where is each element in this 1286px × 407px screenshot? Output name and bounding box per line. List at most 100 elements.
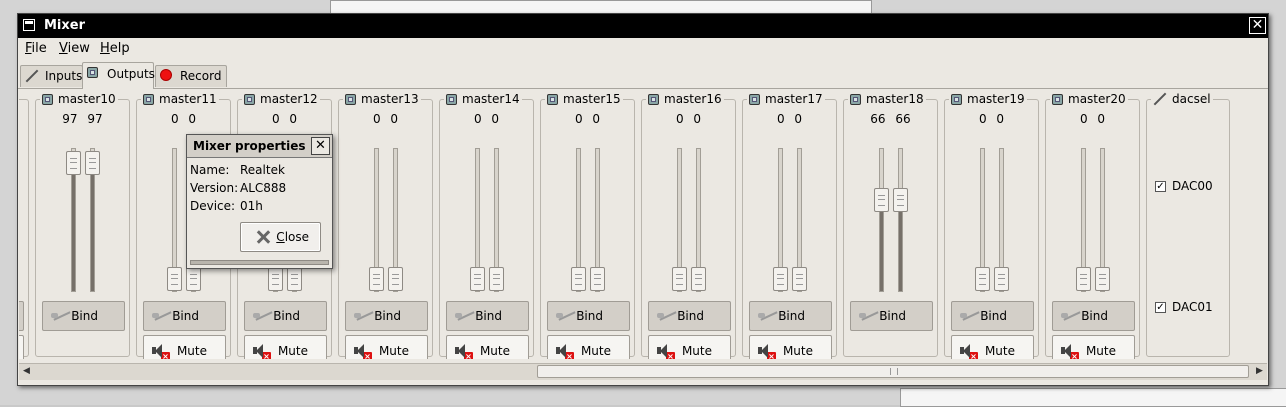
chip-icon (648, 93, 659, 105)
tab-outputs[interactable]: Outputs (82, 62, 155, 89)
menu-help[interactable]: Help (100, 41, 130, 56)
left-volume-slider[interactable] (1076, 148, 1091, 292)
slider-thumb[interactable] (994, 267, 1009, 291)
slider-thumb[interactable] (874, 187, 889, 212)
right-volume-slider[interactable] (85, 148, 100, 292)
slider-thumb[interactable] (167, 267, 182, 291)
slider-thumb[interactable] (186, 267, 201, 291)
right-volume-slider[interactable] (691, 148, 706, 292)
bind-icon (1061, 310, 1081, 322)
left-volume-slider[interactable] (470, 148, 485, 292)
dialog-close-button[interactable]: ✕ (311, 137, 330, 155)
slider-thumb[interactable] (388, 267, 403, 291)
bind-button[interactable]: Bind (749, 301, 832, 331)
left-volume-slider[interactable] (369, 148, 384, 292)
bind-button[interactable]: Bind (951, 301, 1034, 331)
dialog-title-bar[interactable]: Mixer properties ✕ (187, 135, 332, 158)
left-volume-slider[interactable] (167, 148, 182, 292)
slider-thumb[interactable] (489, 267, 504, 291)
right-level: 0 (491, 112, 500, 126)
left-volume-slider[interactable] (571, 148, 586, 292)
mute-button[interactable]: ×Mute (1052, 335, 1135, 359)
slider-thumb[interactable] (672, 267, 687, 291)
speaker-muted-icon: × (556, 343, 574, 359)
right-volume-slider[interactable] (388, 148, 403, 292)
slider-thumb[interactable] (66, 150, 81, 175)
window-menu-icon[interactable] (23, 19, 35, 31)
chip-icon (244, 93, 255, 105)
slider-thumb[interactable] (975, 267, 990, 291)
bind-button[interactable]: Bind (547, 301, 630, 331)
dac-checkbox[interactable]: ✓ (1155, 301, 1166, 313)
mute-button[interactable]: ×Mute (749, 335, 832, 359)
bind-button[interactable]: Bind (42, 301, 125, 331)
left-volume-slider[interactable] (975, 148, 990, 292)
slider-thumb[interactable] (691, 267, 706, 291)
left-level: 0 (574, 112, 583, 126)
right-level: 0 (794, 112, 803, 126)
dialog-close-action-button[interactable]: Close (240, 222, 321, 252)
slider-thumb[interactable] (571, 267, 586, 291)
slider-thumb[interactable] (287, 267, 302, 291)
scrollbar-thumb[interactable] (537, 365, 1249, 378)
speaker-muted-icon: × (455, 343, 473, 359)
right-volume-slider[interactable] (489, 148, 504, 292)
channel-levels: 0 0 (642, 112, 735, 126)
mute-button[interactable]: ×Mute (345, 335, 428, 359)
mute-button[interactable]: ×Mute (143, 335, 226, 359)
right-volume-slider[interactable] (1095, 148, 1110, 292)
tab-inputs[interactable]: Inputs (20, 65, 83, 87)
channel-title: master15 (545, 91, 623, 107)
right-volume-slider[interactable] (792, 148, 807, 292)
slider-thumb[interactable] (369, 267, 384, 291)
right-volume-slider[interactable] (994, 148, 1009, 292)
menu-view[interactable]: View (59, 41, 90, 56)
right-volume-slider[interactable] (893, 148, 908, 292)
bind-button[interactable]: Bind (244, 301, 327, 331)
dac-checkbox[interactable]: ✓ (1155, 180, 1166, 192)
mute-button[interactable]: ×Mute (19, 335, 24, 359)
slider-thumb[interactable] (773, 267, 788, 291)
horizontal-scrollbar[interactable]: ◀ ▶ (19, 363, 1267, 380)
window-close-button[interactable]: ✕ (1249, 17, 1266, 34)
speaker-muted-icon: × (354, 343, 372, 359)
mute-button[interactable]: ×Mute (446, 335, 529, 359)
channel-strip: master13 0 0 Bind × Mute (338, 91, 433, 359)
bind-label: Bind (374, 309, 401, 323)
left-volume-slider[interactable] (773, 148, 788, 292)
bind-button[interactable]: Bind (1052, 301, 1135, 331)
field-value: ALC888 (240, 181, 287, 195)
dac-option[interactable]: ✓ DAC01 (1155, 300, 1213, 314)
left-volume-slider[interactable] (874, 148, 889, 292)
bind-button[interactable]: Bind (19, 301, 24, 331)
mute-button[interactable]: ×Mute (648, 335, 731, 359)
bind-button[interactable]: Bind (850, 301, 933, 331)
bind-button[interactable]: Bind (143, 301, 226, 331)
slider-thumb[interactable] (893, 187, 908, 212)
mute-button[interactable]: ×Mute (951, 335, 1034, 359)
slider-thumb[interactable] (1095, 267, 1110, 291)
bind-button[interactable]: Bind (648, 301, 731, 331)
slider-thumb[interactable] (792, 267, 807, 291)
dac-option[interactable]: ✓ DAC00 (1155, 179, 1213, 193)
left-volume-slider[interactable] (672, 148, 687, 292)
menu-file[interactable]: File (25, 41, 47, 56)
tab-record[interactable]: Record (155, 65, 227, 87)
left-volume-slider[interactable] (66, 148, 81, 292)
right-volume-slider[interactable] (590, 148, 605, 292)
slider-thumb[interactable] (268, 267, 283, 291)
channel-title: master10 (40, 91, 118, 107)
scroll-right-arrow-icon[interactable]: ▶ (1252, 364, 1267, 379)
slider-thumb[interactable] (590, 267, 605, 291)
title-bar[interactable]: Mixer ✕ (18, 14, 1268, 38)
mute-button[interactable]: ×Mute (244, 335, 327, 359)
slider-thumb[interactable] (85, 150, 100, 175)
mute-x-icon: × (767, 352, 776, 359)
mute-button[interactable]: ×Mute (547, 335, 630, 359)
channel-strip: master17 0 0 Bind × Mute (742, 91, 837, 359)
bind-button[interactable]: Bind (345, 301, 428, 331)
slider-thumb[interactable] (1076, 267, 1091, 291)
slider-thumb[interactable] (470, 267, 485, 291)
scroll-left-arrow-icon[interactable]: ◀ (19, 364, 34, 379)
bind-button[interactable]: Bind (446, 301, 529, 331)
